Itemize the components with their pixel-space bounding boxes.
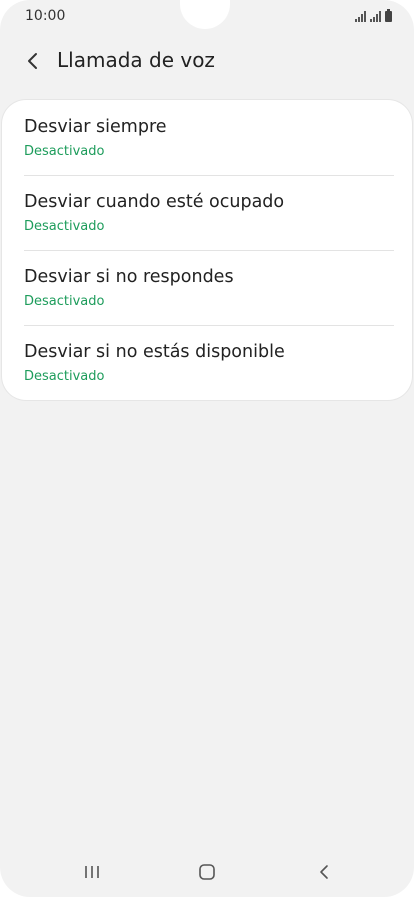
setting-title: Desviar si no respondes [24, 267, 234, 287]
forwarding-options-card: Desviar siempre Desactivado Desviar cuan… [2, 100, 412, 400]
chevron-left-icon [28, 53, 37, 69]
setting-forward-always[interactable]: Desviar siempre Desactivado [2, 100, 412, 175]
camera-notch [180, 0, 230, 29]
setting-title: Desviar si no estás disponible [24, 342, 285, 362]
back-button[interactable] [16, 44, 50, 78]
setting-title: Desviar siempre [24, 117, 167, 137]
battery-icon [385, 9, 392, 22]
status-icons [355, 9, 392, 22]
status-time: 10:00 [25, 8, 66, 24]
phone-screen: 10:00 Llamada de voz Desviar siempre Des… [0, 0, 414, 897]
navigation-bar [0, 846, 414, 897]
setting-forward-when-busy[interactable]: Desviar cuando esté ocupado Desactivado [2, 175, 412, 250]
setting-status: Desactivado [24, 369, 105, 384]
setting-title: Desviar cuando esté ocupado [24, 192, 285, 212]
setting-status: Desactivado [24, 294, 105, 309]
page-title: Llamada de voz [57, 48, 215, 72]
recents-button[interactable] [72, 858, 112, 886]
home-button[interactable] [187, 858, 227, 886]
setting-forward-no-answer[interactable]: Desviar si no respondes Desactivado [2, 250, 412, 325]
back-nav-button[interactable] [304, 858, 344, 886]
status-bar: 10:00 [0, 0, 414, 34]
setting-forward-unavailable[interactable]: Desviar si no estás disponible Desactiva… [2, 325, 412, 400]
app-header: Llamada de voz [0, 38, 414, 84]
home-icon [199, 864, 215, 880]
cell-signal-icon [370, 11, 381, 22]
wifi-signal-icon [355, 11, 366, 22]
back-icon [320, 865, 328, 879]
setting-status: Desactivado [24, 219, 105, 234]
setting-status: Desactivado [24, 144, 105, 159]
recents-icon [85, 866, 99, 878]
